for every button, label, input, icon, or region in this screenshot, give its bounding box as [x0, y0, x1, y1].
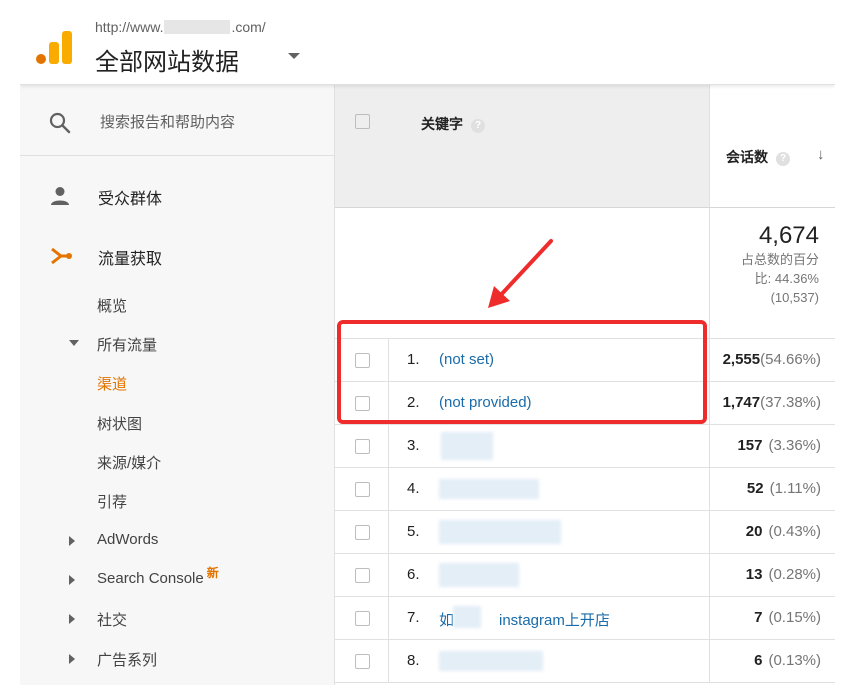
analytics-window: http://www..com/ 全部网站数据 搜索报告和帮助内容 受众群体 [20, 10, 835, 685]
annotation-arrow-icon [488, 239, 553, 308]
